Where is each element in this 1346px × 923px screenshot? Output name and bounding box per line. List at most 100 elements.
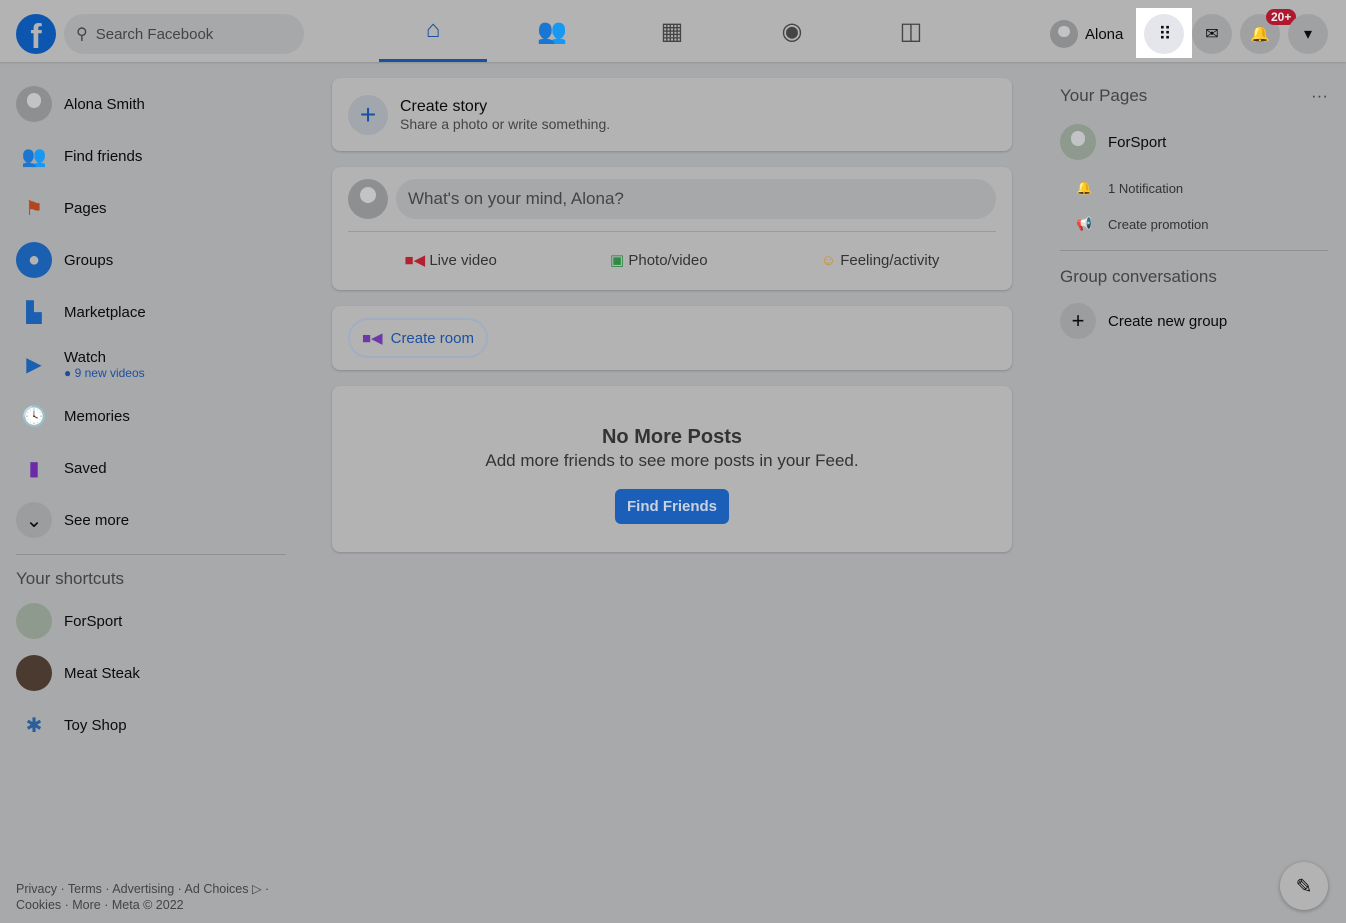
pages-title: Your Pages	[1060, 86, 1148, 105]
grid-menu-icon: ⠿	[1158, 23, 1171, 44]
shortcut-meat-steak[interactable]: Meat Steak	[16, 647, 286, 699]
new-videos: 9 new videos	[74, 365, 145, 380]
page-avatar: ✱	[25, 714, 43, 737]
story-title: Create story	[400, 97, 488, 115]
plus-icon: +	[348, 94, 388, 135]
label: Groups	[64, 251, 114, 269]
create-new-group[interactable]: + Create new group	[1060, 295, 1328, 347]
footer-line[interactable]: Cookies · More · Meta © 2022	[16, 897, 269, 913]
label: ForSport	[64, 612, 123, 630]
nav-friends[interactable]: 👥	[498, 0, 606, 62]
video-plus-icon: ■◀	[362, 330, 383, 347]
nav-marketplace[interactable]: ▦	[618, 0, 726, 62]
shortcut-forsport[interactable]: ForSport	[16, 595, 286, 647]
facebook-logo[interactable]: f	[16, 14, 56, 54]
profile-link[interactable]: Alona	[1050, 20, 1123, 48]
label: Feeling/activity	[840, 251, 940, 269]
sidebar-item-memories[interactable]: 🕓 Memories	[16, 390, 286, 442]
plus-icon: +	[1060, 303, 1096, 339]
create-promotion-link[interactable]: 📢 Create promotion	[1060, 206, 1328, 242]
sidebar-item-pages[interactable]: ⚑ Pages	[16, 182, 286, 234]
watch-icon: ▶	[26, 353, 42, 376]
sidebar-item-profile[interactable]: Alona Smith	[16, 78, 286, 130]
home-icon: ⌂	[425, 15, 441, 43]
friends-icon: 👥	[537, 17, 567, 45]
flag-icon: ⚑	[25, 197, 43, 220]
label: 1 Notification	[1108, 180, 1184, 196]
shortcuts-title: Your shortcuts	[16, 569, 125, 588]
groups-icon: ◉	[781, 17, 803, 45]
sidebar-item-groups[interactable]: ● Groups	[16, 234, 286, 286]
nav-groups[interactable]: ◉	[738, 0, 846, 62]
label: Memories	[64, 407, 130, 425]
profile-name: Alona	[1085, 25, 1124, 43]
chevron-down-icon: ⌄	[16, 502, 52, 538]
label: Alona Smith	[64, 95, 145, 113]
label: Create promotion	[1108, 216, 1209, 232]
page-forsport[interactable]: ForSport	[1060, 114, 1328, 170]
live-video-button[interactable]: ■◀ Live video	[405, 251, 497, 269]
label: Find friends	[64, 147, 143, 165]
groups-title: Group conversations	[1060, 267, 1217, 286]
search-placeholder: Search Facebook	[95, 25, 214, 43]
bookmark-icon: ▮	[28, 457, 40, 480]
left-sidebar: Alona Smith 👥 Find friends ⚑ Pages ● Groups…	[16, 78, 286, 751]
label: Create room	[390, 329, 474, 347]
feeling-button[interactable]: ☺ Feeling/activity	[821, 252, 940, 269]
search-input[interactable]: ⚲ Search Facebook	[64, 14, 304, 54]
sidebar-item-watch[interactable]: ▶ Watch ● 9 new videos	[16, 338, 286, 390]
compose-icon: ✎	[1295, 875, 1313, 898]
caret-down-icon: ▾	[1303, 26, 1313, 43]
footer-links[interactable]: Privacy · Terms · Advertising · Ad Choic…	[16, 881, 269, 913]
nav-home[interactable]: ⌂	[379, 0, 487, 62]
label: ForSport	[1108, 133, 1167, 151]
top-bar: f ⚲ Search Facebook ⌂ 👥 ▦ ◉ ◫ Alona ⠿ ✉ 🔔…	[0, 0, 1346, 62]
bell-icon: 🔔	[1250, 26, 1270, 43]
gaming-icon: ◫	[899, 17, 923, 45]
notification-link[interactable]: 🔔 1 Notification	[1060, 170, 1328, 206]
sidebar-item-see-more[interactable]: ⌄ See more	[16, 494, 286, 546]
create-room-button[interactable]: ■◀ Create room	[348, 318, 488, 358]
label: Pages	[64, 199, 107, 217]
store-icon: ▦	[660, 17, 684, 45]
avatar	[16, 86, 52, 122]
store-icon: ▙	[26, 301, 42, 324]
sidebar-item-marketplace[interactable]: ▙ Marketplace	[16, 286, 286, 338]
page-avatar	[16, 603, 52, 639]
messenger-button[interactable]: ✉	[1192, 14, 1232, 54]
photo-video-button[interactable]: ▣ Photo/video	[610, 251, 708, 269]
avatar	[348, 179, 388, 219]
composer-input[interactable]: What's on your mind, Alona?	[396, 179, 996, 219]
friends-icon: 👥	[21, 145, 47, 168]
footer-line[interactable]: Privacy · Terms · Advertising · Ad Choic…	[16, 881, 269, 897]
account-button[interactable]: ▾	[1288, 14, 1328, 54]
photo-icon: ▣	[609, 252, 625, 269]
find-friends-button[interactable]: Find Friends	[615, 489, 729, 524]
create-story-card[interactable]: + Create story Share a photo or write som…	[332, 78, 1012, 151]
smiley-icon: ☺	[820, 251, 837, 269]
rooms-card: ■◀ Create room	[332, 306, 1012, 370]
label: Watch	[64, 348, 106, 366]
shortcut-toy-shop[interactable]: ✱ Toy Shop	[16, 699, 286, 751]
nav-gaming[interactable]: ◫	[857, 0, 965, 62]
label: Photo/video	[628, 252, 708, 269]
label: Live video	[429, 252, 497, 269]
new-message-button[interactable]: ✎	[1280, 862, 1328, 910]
no-more-posts-card: No More Posts Add more friends to see mo…	[332, 386, 1012, 552]
sidebar-item-find-friends[interactable]: 👥 Find friends	[16, 130, 286, 182]
label: Toy Shop	[64, 716, 127, 734]
groups-icon: ●	[16, 242, 52, 278]
more-icon[interactable]: ···	[1311, 86, 1328, 106]
menu-button[interactable]: ⠿	[1144, 14, 1184, 54]
bell-icon: 🔔	[1076, 180, 1093, 195]
video-camera-icon: ■◀	[404, 252, 426, 269]
no-more-sub: Add more friends to see more posts in yo…	[485, 451, 859, 470]
no-more-title: No More Posts	[601, 426, 743, 448]
sidebar-item-saved[interactable]: ▮ Saved	[16, 442, 286, 494]
page-avatar	[1060, 124, 1096, 160]
menu-highlight: ⠿	[1136, 8, 1192, 58]
right-sidebar: Your Pages ··· ForSport 🔔 1 Notification 📢…	[1060, 78, 1328, 347]
megaphone-icon: 📢	[1076, 216, 1093, 231]
avatar	[1050, 20, 1078, 48]
divider	[1060, 250, 1328, 251]
